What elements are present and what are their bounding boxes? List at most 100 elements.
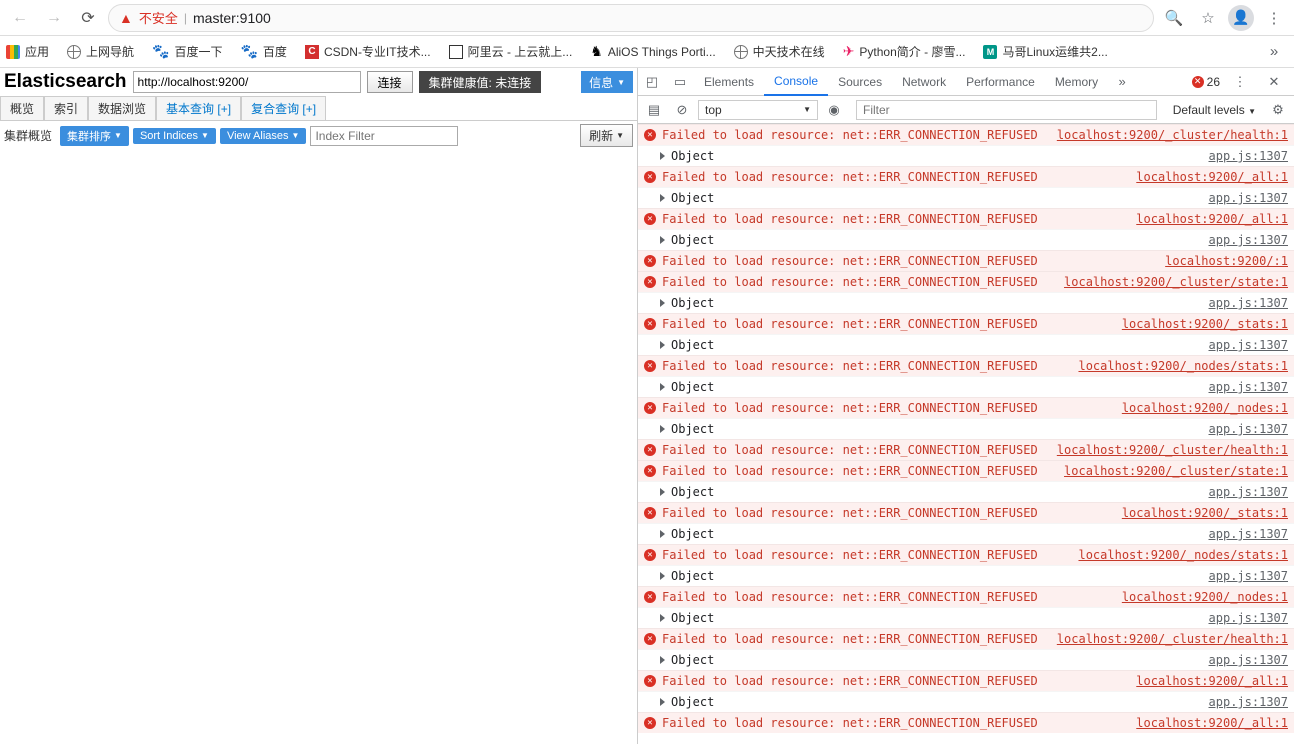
log-source-link[interactable]: app.js:1307 [1209, 191, 1288, 205]
console-error-row[interactable]: ✕Failed to load resource: net::ERR_CONNE… [638, 628, 1294, 649]
context-select[interactable]: top▼ [698, 100, 818, 120]
live-expression-icon[interactable]: ◉ [822, 102, 846, 118]
console-error-row[interactable]: ✕Failed to load resource: net::ERR_CONNE… [638, 544, 1294, 565]
tab-memory[interactable]: Memory [1045, 68, 1108, 96]
connect-button[interactable]: 连接 [367, 71, 413, 93]
log-source-link[interactable]: app.js:1307 [1209, 611, 1288, 625]
log-source-link[interactable]: app.js:1307 [1209, 338, 1288, 352]
expand-icon[interactable] [660, 698, 665, 706]
console-error-row[interactable]: ✕Failed to load resource: net::ERR_CONNE… [638, 397, 1294, 418]
expand-icon[interactable] [660, 383, 665, 391]
log-source-link[interactable]: localhost:9200/_all:1 [1136, 212, 1288, 226]
console-object-row[interactable]: Objectapp.js:1307 [638, 418, 1294, 439]
log-source-link[interactable]: localhost:9200/_all:1 [1136, 674, 1288, 688]
expand-icon[interactable] [660, 299, 665, 307]
console-object-row[interactable]: Objectapp.js:1307 [638, 649, 1294, 670]
tab-overview[interactable]: 概览 [0, 96, 44, 120]
console-error-row[interactable]: ✕Failed to load resource: net::ERR_CONNE… [638, 670, 1294, 691]
console-object-row[interactable]: Objectapp.js:1307 [638, 229, 1294, 250]
reload-button[interactable]: ⟳ [74, 4, 102, 32]
tab-network[interactable]: Network [892, 68, 956, 96]
tab-console[interactable]: Console [764, 68, 828, 96]
log-source-link[interactable]: app.js:1307 [1209, 380, 1288, 394]
console-object-row[interactable]: Objectapp.js:1307 [638, 376, 1294, 397]
log-source-link[interactable]: localhost:9200/_all:1 [1136, 716, 1288, 730]
expand-icon[interactable] [660, 572, 665, 580]
log-source-link[interactable]: localhost:9200/_cluster/health:1 [1057, 128, 1288, 142]
sidebar-toggle-icon[interactable]: ▤ [642, 102, 666, 118]
tab-indices[interactable]: 索引 [44, 96, 88, 120]
expand-icon[interactable] [660, 656, 665, 664]
profile-avatar[interactable]: 👤 [1228, 5, 1254, 31]
log-source-link[interactable]: localhost:9200/_cluster/health:1 [1057, 443, 1288, 457]
log-source-link[interactable]: localhost:9200/_nodes/stats:1 [1078, 359, 1288, 373]
tab-performance[interactable]: Performance [956, 68, 1045, 96]
bookmark-item[interactable]: CCSDN-专业IT技术... [305, 43, 431, 60]
console-error-row[interactable]: ✕Failed to load resource: net::ERR_CONNE… [638, 460, 1294, 481]
bookmark-item[interactable]: 阿里云 - 上云就上... [449, 43, 573, 60]
console-error-row[interactable]: ✕Failed to load resource: net::ERR_CONNE… [638, 313, 1294, 334]
expand-icon[interactable] [660, 488, 665, 496]
console-error-row[interactable]: ✕Failed to load resource: net::ERR_CONNE… [638, 502, 1294, 523]
error-count-badge[interactable]: ✕26 [1192, 75, 1220, 89]
apps-button[interactable]: 应用 [6, 43, 49, 60]
console-error-row[interactable]: ✕Failed to load resource: net::ERR_CONNE… [638, 250, 1294, 271]
index-filter-input[interactable] [310, 126, 458, 146]
bookmark-overflow-icon[interactable]: » [1260, 38, 1288, 66]
console-error-row[interactable]: ✕Failed to load resource: net::ERR_CONNE… [638, 271, 1294, 292]
expand-icon[interactable] [660, 152, 665, 160]
more-tabs-icon[interactable]: » [1108, 74, 1136, 89]
log-source-link[interactable]: app.js:1307 [1209, 233, 1288, 247]
menu-icon[interactable]: ⋮ [1260, 4, 1288, 32]
sort-cluster-button[interactable]: 集群排序▼ [60, 126, 129, 146]
bookmark-item[interactable]: M马哥Linux运维共2... [983, 43, 1107, 60]
console-object-row[interactable]: Objectapp.js:1307 [638, 565, 1294, 586]
bookmark-item[interactable]: 🐾百度一下 [152, 43, 222, 60]
log-source-link[interactable]: localhost:9200/_stats:1 [1122, 317, 1288, 331]
console-error-row[interactable]: ✕Failed to load resource: net::ERR_CONNE… [638, 166, 1294, 187]
console-object-row[interactable]: Objectapp.js:1307 [638, 691, 1294, 712]
devtools-menu-icon[interactable]: ⋮ [1226, 74, 1254, 90]
log-source-link[interactable]: app.js:1307 [1209, 569, 1288, 583]
refresh-button[interactable]: 刷新▼ [580, 124, 633, 147]
bookmark-item[interactable]: 中天技术在线 [734, 43, 825, 60]
back-button[interactable]: ← [6, 4, 34, 32]
expand-icon[interactable] [660, 614, 665, 622]
log-source-link[interactable]: app.js:1307 [1209, 527, 1288, 541]
log-source-link[interactable]: localhost:9200/_cluster/state:1 [1064, 275, 1288, 289]
tab-basic-query[interactable]: 基本查询 [+] [156, 96, 241, 120]
log-source-link[interactable]: localhost:9200/_cluster/state:1 [1064, 464, 1288, 478]
console-error-row[interactable]: ✕Failed to load resource: net::ERR_CONNE… [638, 586, 1294, 607]
devtools-close-icon[interactable]: ✕ [1260, 74, 1288, 90]
bookmark-item[interactable]: 🐾百度 [240, 43, 286, 60]
address-bar[interactable]: ▲ 不安全 | master:9100 [108, 4, 1154, 32]
expand-icon[interactable] [660, 194, 665, 202]
log-source-link[interactable]: localhost:9200/_nodes/stats:1 [1078, 548, 1288, 562]
inspect-icon[interactable]: ◰ [638, 74, 666, 90]
tab-compound-query[interactable]: 复合查询 [+] [241, 96, 326, 120]
console-error-row[interactable]: ✕Failed to load resource: net::ERR_CONNE… [638, 208, 1294, 229]
log-source-link[interactable]: app.js:1307 [1209, 485, 1288, 499]
search-in-page-icon[interactable]: 🔍 [1160, 4, 1188, 32]
console-object-row[interactable]: Objectapp.js:1307 [638, 334, 1294, 355]
console-error-row[interactable]: ✕Failed to load resource: net::ERR_CONNE… [638, 439, 1294, 460]
sort-indices-button[interactable]: Sort Indices▼ [133, 128, 216, 144]
console-error-row[interactable]: ✕Failed to load resource: net::ERR_CONNE… [638, 124, 1294, 145]
console-error-row[interactable]: ✕Failed to load resource: net::ERR_CONNE… [638, 355, 1294, 376]
console-object-row[interactable]: Objectapp.js:1307 [638, 187, 1294, 208]
view-aliases-button[interactable]: View Aliases▼ [220, 128, 306, 144]
log-source-link[interactable]: app.js:1307 [1209, 653, 1288, 667]
console-filter-input[interactable] [856, 100, 1157, 120]
console-object-row[interactable]: Objectapp.js:1307 [638, 292, 1294, 313]
console-object-row[interactable]: Objectapp.js:1307 [638, 145, 1294, 166]
bookmark-item[interactable]: 上网导航 [67, 43, 134, 60]
bookmark-item[interactable]: ✈Python简介 - 廖雪... [843, 43, 966, 60]
log-source-link[interactable]: localhost:9200/_stats:1 [1122, 506, 1288, 520]
log-source-link[interactable]: localhost:9200/_nodes:1 [1122, 401, 1288, 415]
log-source-link[interactable]: app.js:1307 [1209, 422, 1288, 436]
log-source-link[interactable]: localhost:9200/_all:1 [1136, 170, 1288, 184]
device-icon[interactable]: ▭ [666, 74, 694, 90]
console-object-row[interactable]: Objectapp.js:1307 [638, 607, 1294, 628]
log-source-link[interactable]: app.js:1307 [1209, 149, 1288, 163]
console-object-row[interactable]: Objectapp.js:1307 [638, 481, 1294, 502]
